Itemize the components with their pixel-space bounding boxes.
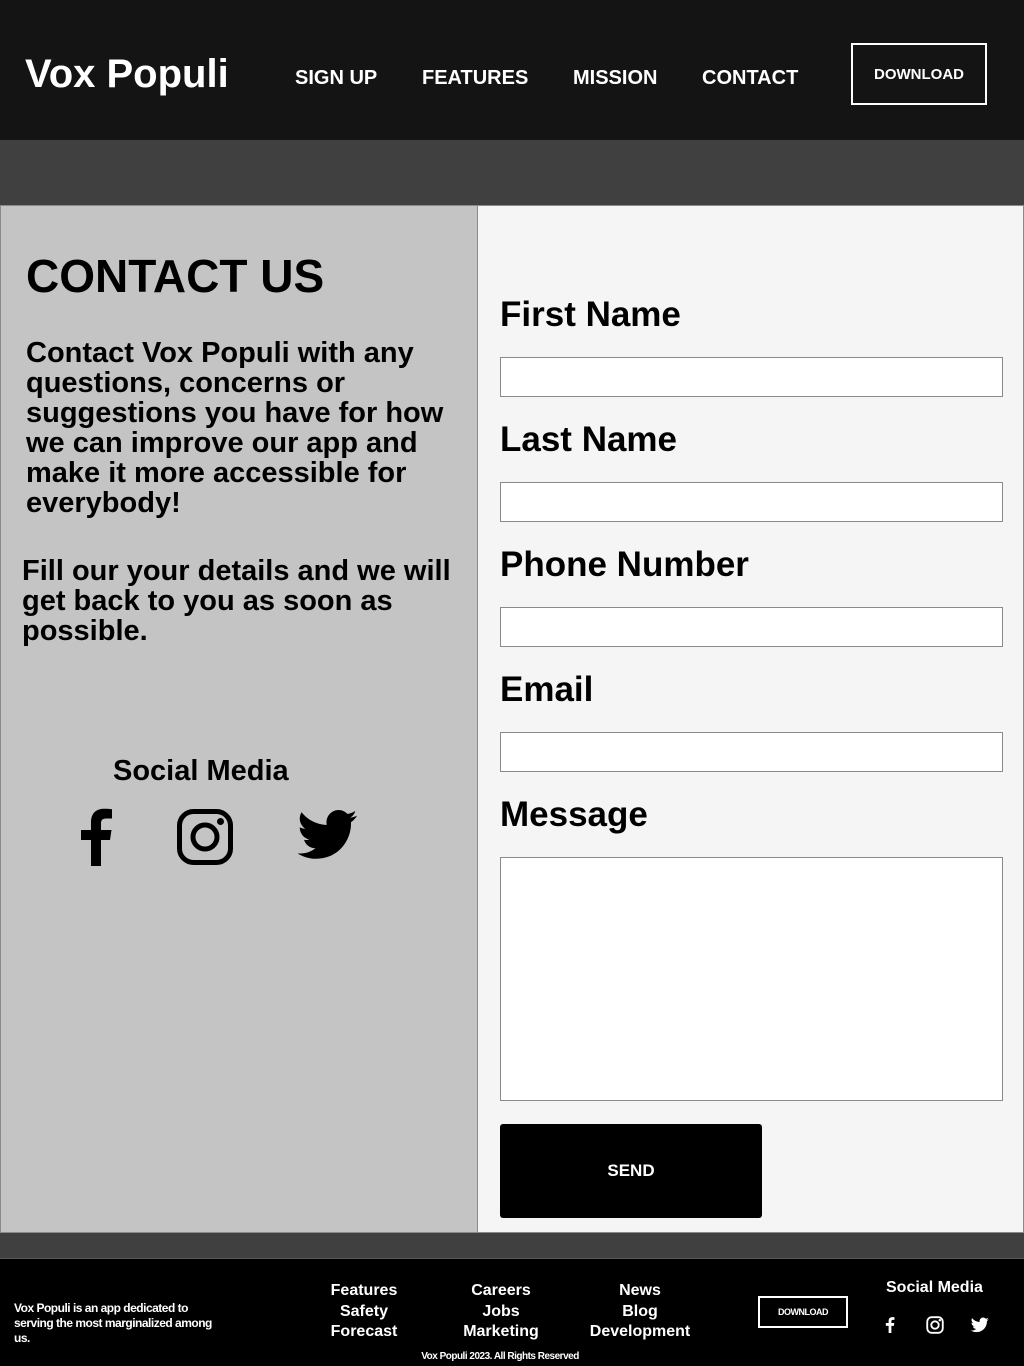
footer-link-development[interactable]: Development <box>585 1322 695 1343</box>
page-title: CONTACT US <box>26 250 325 302</box>
site-logo[interactable]: Vox Populi <box>25 52 229 96</box>
email-label: Email <box>500 670 594 709</box>
nav-sign-up[interactable]: SIGN UP <box>295 66 377 90</box>
footer-link-forecast[interactable]: Forecast <box>324 1322 404 1343</box>
nav-features[interactable]: FEATURES <box>422 66 528 90</box>
footer-link-blog[interactable]: Blog <box>585 1302 695 1323</box>
nav-contact[interactable]: CONTACT <box>702 66 798 90</box>
footer-links-col-3: News Blog Development <box>585 1281 695 1343</box>
first-name-label: First Name <box>500 295 681 334</box>
site-header: Vox Populi SIGN UP FEATURES MISSION CONT… <box>0 0 1024 140</box>
instagram-icon[interactable] <box>176 808 234 866</box>
footer-instagram-icon[interactable] <box>926 1316 944 1334</box>
footer-link-safety[interactable]: Safety <box>324 1302 404 1323</box>
footer-link-features[interactable]: Features <box>324 1281 404 1302</box>
last-name-label: Last Name <box>500 420 678 459</box>
send-button[interactable]: SEND <box>500 1124 762 1218</box>
message-label: Message <box>500 795 648 834</box>
footer-links-col-1: Features Safety Forecast <box>324 1281 404 1343</box>
twitter-icon[interactable] <box>298 808 358 862</box>
first-name-field[interactable] <box>500 357 1003 397</box>
social-media-heading: Social Media <box>113 755 289 787</box>
contact-intro-text: Contact Vox Populi with any questions, c… <box>26 337 444 519</box>
last-name-field[interactable] <box>500 482 1003 522</box>
footer-twitter-icon[interactable] <box>971 1317 989 1333</box>
footer-description: Vox Populi is an app dedicated to servin… <box>14 1301 212 1345</box>
phone-number-field[interactable] <box>500 607 1003 647</box>
footer-links-col-2: Careers Jobs Marketing <box>455 1281 547 1343</box>
footer-facebook-icon[interactable] <box>885 1316 895 1334</box>
phone-number-label: Phone Number <box>500 545 749 584</box>
message-field[interactable] <box>500 857 1003 1101</box>
facebook-icon[interactable] <box>78 808 114 866</box>
footer-social-heading: Social Media <box>886 1279 983 1296</box>
download-button[interactable]: DOWNLOAD <box>851 43 987 105</box>
footer-link-news[interactable]: News <box>585 1281 695 1302</box>
footer-link-jobs[interactable]: Jobs <box>455 1302 547 1323</box>
contact-fill-text: Fill our your details and we will get ba… <box>22 555 451 647</box>
nav-mission[interactable]: MISSION <box>573 66 657 90</box>
footer-download-button[interactable]: DOWNLOAD <box>758 1296 848 1328</box>
email-field[interactable] <box>500 732 1003 772</box>
footer-link-careers[interactable]: Careers <box>455 1281 547 1302</box>
footer-link-marketing[interactable]: Marketing <box>455 1322 547 1343</box>
copyright-text: Vox Populi 2023. All Rights Reserved <box>421 1351 579 1362</box>
